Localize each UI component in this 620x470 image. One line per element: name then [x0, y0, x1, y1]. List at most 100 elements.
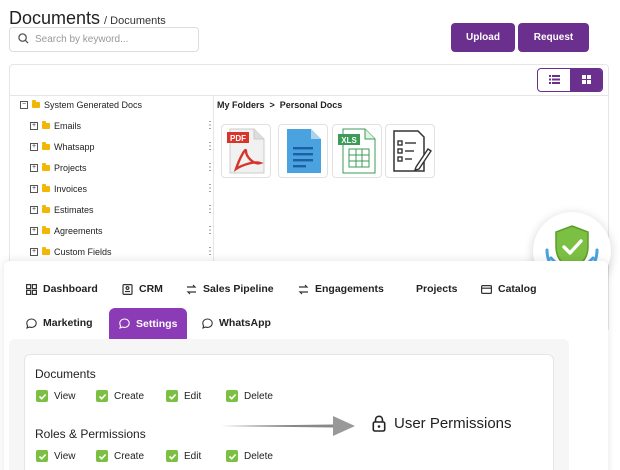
nav-whatsapp[interactable]: WhatsApp: [202, 317, 271, 329]
tree-root[interactable]: − System Generated Docs: [20, 100, 142, 110]
tree-item-label: Emails: [54, 121, 82, 131]
expand-icon[interactable]: +: [30, 164, 38, 172]
kebab-menu-icon[interactable]: ⋮: [205, 184, 215, 194]
expand-icon[interactable]: +: [30, 248, 38, 256]
list-view-button[interactable]: [538, 69, 570, 91]
upload-button[interactable]: Upload: [451, 23, 515, 52]
section-title-roles: Roles & Permissions: [35, 427, 146, 441]
search-icon: [18, 31, 29, 49]
checkbox-checked-icon[interactable]: [36, 450, 48, 462]
expand-icon[interactable]: +: [30, 122, 38, 130]
perm-documents-create[interactable]: Create: [96, 390, 144, 402]
perm-label: View: [54, 450, 76, 462]
search-input[interactable]: [35, 34, 185, 45]
expand-icon[interactable]: +: [30, 185, 38, 193]
file-doc[interactable]: [278, 124, 328, 178]
tree-item-projects[interactable]: + Projects: [30, 163, 87, 173]
callout-label: User Permissions: [394, 415, 512, 432]
form-file-icon: [393, 130, 432, 172]
tree-item-label: Custom Fields: [54, 247, 112, 257]
chat-bubble-icon: [26, 317, 37, 329]
folder-icon: [42, 184, 50, 192]
tree-item-invoices[interactable]: + Invoices: [30, 184, 87, 194]
view-toggle[interactable]: [537, 68, 603, 92]
expand-icon[interactable]: +: [30, 143, 38, 151]
perm-documents-edit[interactable]: Edit: [166, 390, 201, 402]
checkbox-checked-icon[interactable]: [166, 390, 178, 402]
checkbox-checked-icon[interactable]: [96, 390, 108, 402]
file-form[interactable]: [385, 124, 435, 178]
tree-item-estimates[interactable]: + Estimates: [30, 205, 94, 215]
perm-documents-view[interactable]: View: [36, 390, 76, 402]
nav-sales-pipeline[interactable]: Sales Pipeline: [186, 283, 274, 295]
chat-bubble-icon: [119, 318, 130, 329]
perm-documents-delete[interactable]: Delete: [226, 390, 273, 402]
nav-crm[interactable]: CRM: [122, 283, 163, 295]
request-button[interactable]: Request: [518, 23, 589, 52]
nav-settings[interactable]: Settings: [109, 308, 188, 339]
folder-icon: [32, 100, 40, 108]
tree-item-custom-fields[interactable]: + Custom Fields: [30, 247, 112, 257]
pipeline-icon: [186, 284, 197, 294]
section-title-documents: Documents: [35, 367, 96, 381]
tree-item-emails[interactable]: + Emails: [30, 121, 81, 131]
folder-icon: [42, 163, 50, 171]
engagements-icon: [298, 284, 309, 294]
perm-label: Edit: [184, 450, 202, 462]
tree-item-label: Whatsapp: [54, 142, 95, 152]
kebab-menu-icon[interactable]: ⋮: [205, 142, 215, 152]
list-icon: [548, 71, 560, 89]
nav-engagements[interactable]: Engagements: [298, 283, 384, 295]
xls-file-icon: XLS: [338, 128, 376, 174]
expand-icon[interactable]: +: [30, 206, 38, 214]
checkbox-checked-icon[interactable]: [226, 390, 238, 402]
nav-dashboard[interactable]: Dashboard: [26, 283, 98, 295]
checkbox-checked-icon[interactable]: [166, 450, 178, 462]
nav-label: Projects: [416, 283, 458, 295]
nav-label: Dashboard: [43, 283, 98, 295]
perm-roles-edit[interactable]: Edit: [166, 450, 201, 462]
contact-card-icon: [122, 283, 133, 295]
perm-roles-create[interactable]: Create: [96, 450, 144, 462]
doc-file-icon: [287, 129, 321, 173]
nav-catalog[interactable]: Catalog: [481, 283, 537, 295]
nav-projects[interactable]: Projects: [416, 283, 457, 295]
nav-marketing[interactable]: Marketing: [26, 317, 93, 329]
checkbox-checked-icon[interactable]: [96, 450, 108, 462]
tree-item-label: Estimates: [54, 205, 94, 215]
perm-label: View: [54, 390, 76, 402]
expand-icon[interactable]: +: [30, 227, 38, 235]
perm-roles-view[interactable]: View: [36, 450, 76, 462]
nav-label: Marketing: [43, 317, 93, 329]
file-type-label: PDF: [230, 134, 246, 143]
file-type-label: XLS: [341, 136, 357, 145]
search-box[interactable]: [9, 27, 199, 52]
perm-label: Delete: [244, 450, 273, 462]
tree-item-whatsapp[interactable]: + Whatsapp: [30, 142, 95, 152]
kebab-menu-icon[interactable]: ⋮: [205, 163, 215, 173]
checkbox-checked-icon[interactable]: [226, 450, 238, 462]
grid-view-button[interactable]: [570, 69, 602, 91]
user-permissions-callout: User Permissions: [372, 415, 512, 432]
arrow-right-icon: [221, 416, 355, 436]
collapse-icon[interactable]: −: [20, 101, 28, 109]
perm-label: Delete: [244, 390, 273, 402]
kebab-menu-icon[interactable]: ⋮: [205, 121, 215, 131]
checkbox-checked-icon[interactable]: [36, 390, 48, 402]
nav-label: Catalog: [498, 283, 537, 295]
perm-label: Create: [114, 390, 145, 402]
kebab-menu-icon[interactable]: ⋮: [205, 205, 215, 215]
nav-label: CRM: [139, 283, 163, 295]
nav-label: Engagements: [315, 283, 384, 295]
nav-label: Sales Pipeline: [203, 283, 274, 295]
file-pdf[interactable]: PDF: [221, 124, 271, 178]
kebab-menu-icon[interactable]: ⋮: [205, 247, 215, 257]
tree-root-label: System Generated Docs: [44, 100, 143, 110]
kebab-menu-icon[interactable]: ⋮: [205, 226, 215, 236]
folder-icon: [42, 226, 50, 234]
perm-roles-delete[interactable]: Delete: [226, 450, 273, 462]
file-xls[interactable]: XLS: [332, 124, 382, 178]
tree-item-label: Agreements: [54, 226, 103, 236]
folder-icon: [42, 205, 50, 213]
tree-item-agreements[interactable]: + Agreements: [30, 226, 103, 236]
